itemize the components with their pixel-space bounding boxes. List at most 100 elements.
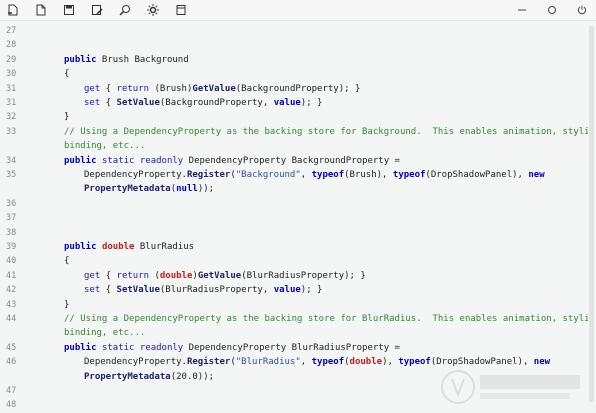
code-token: { [100, 83, 117, 94]
minimize-icon[interactable] [514, 2, 530, 18]
line-number: 43 [6, 299, 17, 310]
open-file-icon[interactable] [32, 2, 50, 18]
code-token: "Background" [235, 170, 301, 180]
maximize-icon[interactable] [544, 2, 560, 18]
line-number: 42 [6, 285, 17, 296]
code-token: DependencyProperty BlurRadiusProperty = [183, 342, 400, 353]
code-token: ); } [300, 285, 323, 296]
line-number: 31 [6, 83, 17, 94]
line-number: 33 [6, 126, 17, 137]
code-text: DependencyProperty.Register("Background"… [84, 168, 545, 182]
code-token: return [116, 270, 150, 281]
code-token: , [300, 170, 312, 180]
code-text: public Brush Background [64, 53, 189, 67]
window-controls [514, 2, 590, 18]
code-token: { [100, 285, 117, 296]
code-token: get [84, 270, 101, 281]
code-token: value [273, 98, 301, 108]
code-token: readonly [139, 155, 184, 166]
code-text: PropertyMetadata(null)); [84, 182, 214, 196]
line-number: 38 [6, 227, 17, 238]
close-icon[interactable] [574, 2, 590, 18]
window-icon[interactable] [172, 2, 190, 18]
code-token: // Using a DependencyProperty as the bac… [64, 126, 588, 137]
code-token: , [300, 357, 312, 368]
toolbar-icons [4, 2, 190, 18]
code-text: set { SetValue(BlurRadiusProperty, value… [84, 283, 322, 297]
code-token: typeof [311, 170, 345, 180]
code-token: BlurRadius [134, 242, 195, 252]
code-token: ( [149, 270, 160, 281]
code-token: (Brush) [149, 83, 193, 94]
code-token: PropertyMetadata [84, 184, 171, 195]
code-text: } [64, 298, 69, 312]
line-number: 37 [6, 213, 17, 224]
line-number: 47 [6, 386, 17, 396]
new-file-icon[interactable] [4, 2, 22, 18]
code-token: new [533, 357, 551, 368]
code-token: (DropShadowPanel), [425, 170, 529, 180]
code-token: DependencyProperty. [84, 357, 187, 368]
code-token: Register [186, 357, 231, 368]
code-text: binding, etc... [64, 139, 145, 153]
code-token: typeof [311, 357, 345, 368]
code-token: } [64, 112, 70, 123]
line-number: 32 [6, 112, 17, 123]
line-number: 34 [6, 155, 17, 166]
code-token: (Brush), [344, 170, 393, 180]
code-text: PropertyMetadata(20.0)); [84, 370, 214, 384]
code-token: ), [382, 357, 399, 368]
code-token: } [64, 299, 70, 310]
line-number: 41 [6, 270, 17, 281]
code-text: get { return (Brush)GetValue(BackgroundP… [84, 82, 360, 96]
code-token: { [100, 270, 117, 281]
code-token: return [116, 83, 150, 94]
vertical-scrollbar[interactable] [589, 26, 594, 402]
code-text: public static readonly DependencyPropert… [64, 341, 400, 355]
line-number: 35 [6, 170, 17, 180]
code-token: // Using a DependencyProperty as the bac… [64, 314, 588, 324]
code-token: PropertyMetadata [84, 371, 171, 382]
code-text: public static readonly DependencyPropert… [64, 154, 400, 168]
code-token: GetValue [197, 270, 242, 281]
code-token: set [84, 285, 101, 296]
code-text: binding, etc... [64, 326, 145, 340]
code-token: public [64, 155, 97, 166]
line-number: 31 [6, 98, 17, 108]
code-token: (20.0)); [170, 371, 215, 382]
code-text: public double BlurRadius [64, 240, 194, 254]
code-editor[interactable]: 27 28 29 public Brush Background 30 {31 get { … [0, 24, 588, 413]
code-token: "BlurRadius" [235, 357, 301, 368]
save-as-icon[interactable] [88, 2, 106, 18]
code-token: { [64, 256, 70, 267]
code-token: public [64, 342, 97, 353]
code-text: { [64, 254, 69, 268]
line-number: 30 [6, 69, 17, 80]
line-number: 44 [6, 314, 17, 324]
line-number: 40 [6, 256, 17, 267]
code-text: // Using a DependencyProperty as the bac… [64, 125, 588, 139]
line-number: 48 [6, 400, 17, 411]
code-token: (BackgroundProperty); } [235, 83, 361, 94]
code-token: ); } [300, 98, 323, 108]
search-icon[interactable] [116, 2, 134, 18]
code-token: binding, etc... [64, 141, 146, 152]
code-token: public [64, 54, 97, 65]
code-token: static [101, 342, 135, 353]
code-token: )); [197, 184, 215, 195]
code-token: SetValue [116, 98, 160, 108]
code-token: public [64, 242, 97, 252]
code-token: { [64, 69, 70, 80]
code-token: binding, etc... [64, 328, 146, 339]
code-token: SetValue [116, 285, 160, 296]
code-token: double [101, 242, 135, 252]
code-token: (BlurRadiusProperty); } [241, 270, 366, 281]
code-token: double [159, 270, 193, 281]
code-token: readonly [139, 342, 184, 353]
save-icon[interactable] [60, 2, 78, 18]
code-token: { [100, 98, 117, 108]
code-token: typeof [398, 357, 431, 368]
settings-icon[interactable] [144, 2, 162, 18]
line-number: 29 [6, 54, 17, 65]
code-token: GetValue [192, 83, 236, 94]
